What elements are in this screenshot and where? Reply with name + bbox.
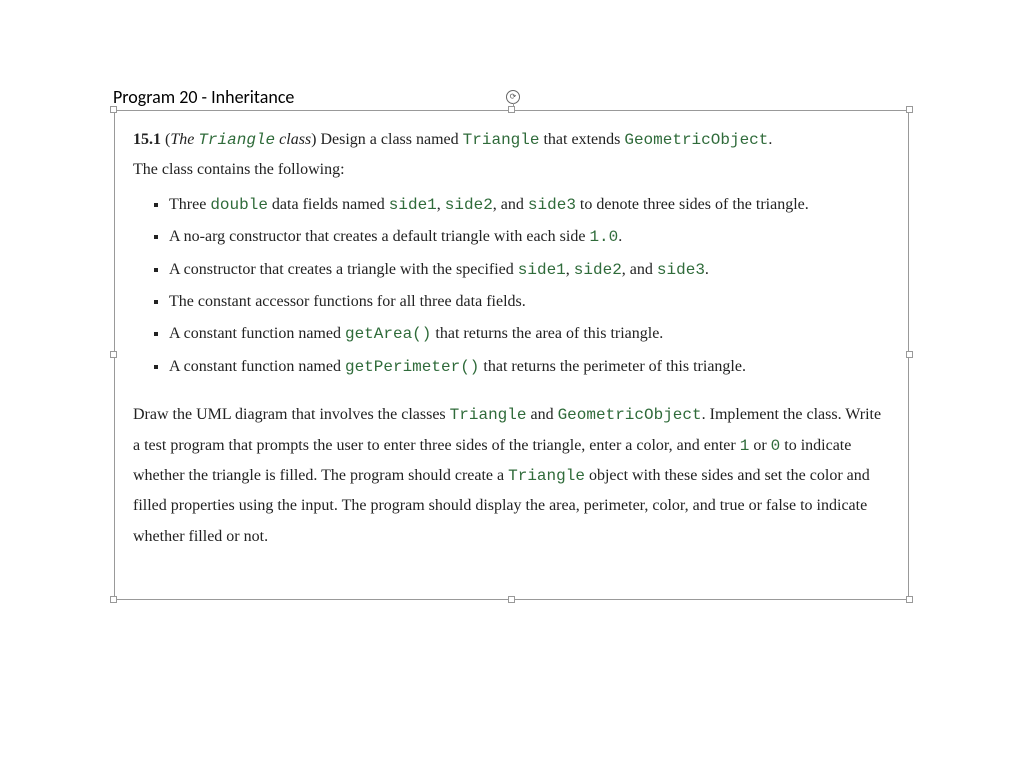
- exercise-intro: 15.1 (The Triangle class) Design a class…: [133, 125, 890, 186]
- code-triangle: Triangle: [463, 131, 540, 149]
- text: The constant accessor functions for all …: [169, 293, 526, 310]
- text-box[interactable]: 15.1 (The Triangle class) Design a class…: [114, 110, 909, 600]
- code-0: 0: [771, 437, 781, 455]
- code-side3: side3: [657, 261, 705, 279]
- page-title: Program 20 - Inheritance: [113, 86, 294, 108]
- resize-handle-l[interactable]: [110, 351, 117, 358]
- rotate-handle[interactable]: ⟳: [506, 90, 520, 104]
- text: .: [618, 228, 622, 245]
- list-item: A constant function named getArea() that…: [169, 319, 890, 349]
- text: Three: [169, 196, 210, 213]
- code-side2: side2: [574, 261, 622, 279]
- intro-period: .: [768, 131, 772, 148]
- resize-handle-tr[interactable]: [906, 106, 913, 113]
- code-1-0: 1.0: [589, 228, 618, 246]
- intro-line2: The class contains the following:: [133, 161, 345, 178]
- resize-handle-bl[interactable]: [110, 596, 117, 603]
- ital-class: class: [279, 131, 311, 148]
- code-1: 1: [740, 437, 750, 455]
- code-triangle-title: Triangle: [198, 131, 275, 149]
- code-getarea: getArea(): [345, 325, 431, 343]
- text: Draw the UML diagram that involves the c…: [133, 406, 450, 423]
- text: A no-arg constructor that creates a defa…: [169, 228, 589, 245]
- list-item: A constant function named getPerimeter()…: [169, 352, 890, 382]
- intro-text2: that extends: [539, 131, 624, 148]
- closing-paragraph: Draw the UML diagram that involves the c…: [133, 400, 890, 552]
- resize-handle-r[interactable]: [906, 351, 913, 358]
- text: , and: [622, 261, 657, 278]
- text: to denote three sides of the triangle.: [576, 196, 809, 213]
- text: ,: [566, 261, 574, 278]
- text: ,: [437, 196, 445, 213]
- text: .: [705, 261, 709, 278]
- resize-handle-br[interactable]: [906, 596, 913, 603]
- code-geometricobject: GeometricObject: [624, 131, 768, 149]
- list-item: A constructor that creates a triangle wi…: [169, 255, 890, 285]
- text: and: [526, 406, 557, 423]
- code-side1: side1: [518, 261, 566, 279]
- code-getperimeter: getPerimeter(): [345, 358, 479, 376]
- code-side2: side2: [445, 196, 493, 214]
- code-geometricobject: GeometricObject: [558, 406, 702, 424]
- code-triangle: Triangle: [508, 467, 585, 485]
- ital-the: The: [170, 131, 194, 148]
- resize-handle-b[interactable]: [508, 596, 515, 603]
- resize-handle-tl[interactable]: [110, 106, 117, 113]
- intro-text1: Design a class named: [316, 131, 462, 148]
- text: that returns the area of this triangle.: [431, 325, 663, 342]
- text: , and: [493, 196, 528, 213]
- list-item: A no-arg constructor that creates a defa…: [169, 222, 890, 252]
- list-item: The constant accessor functions for all …: [169, 287, 890, 317]
- list-item: Three double data fields named side1, si…: [169, 190, 890, 220]
- exercise-number: 15.1: [133, 131, 161, 148]
- text: A constructor that creates a triangle wi…: [169, 261, 518, 278]
- code-side3: side3: [528, 196, 576, 214]
- text: A constant function named: [169, 358, 345, 375]
- bullet-list: Three double data fields named side1, si…: [133, 190, 890, 382]
- code-triangle: Triangle: [450, 406, 527, 424]
- code-side1: side1: [389, 196, 437, 214]
- resize-handle-t[interactable]: [508, 106, 515, 113]
- code-double: double: [210, 196, 268, 214]
- text: that returns the perimeter of this trian…: [479, 358, 746, 375]
- text: or: [749, 437, 770, 454]
- text: A constant function named: [169, 325, 345, 342]
- text: data fields named: [268, 196, 389, 213]
